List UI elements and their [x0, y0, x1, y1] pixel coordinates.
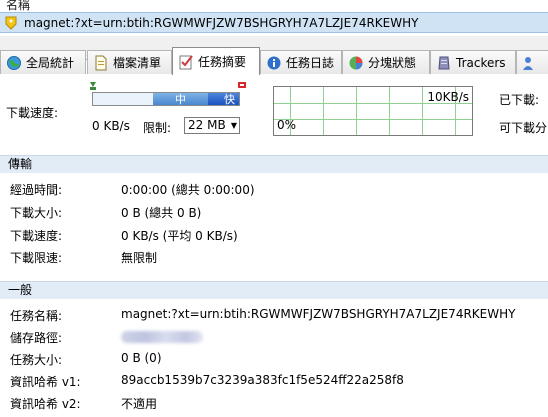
- tab-label: 分塊狀態: [368, 56, 417, 70]
- tab-label: Trackers: [456, 55, 506, 70]
- tab-label: 任務摘要: [198, 55, 247, 69]
- task-name-value: magnet:?xt=urn:btih:RGWMWFJZW7BSHGRYH7A7…: [121, 307, 516, 321]
- redacted-blur: [121, 330, 203, 343]
- list-column-header[interactable]: 名稱: [0, 0, 548, 12]
- speed-limit-select[interactable]: 22 MB ▼: [184, 117, 240, 134]
- info-hash-v1-label: 資訊哈希 v1:: [10, 375, 81, 389]
- downloaded-label: 已下載:: [499, 93, 540, 107]
- info-hash-v2-label: 資訊哈希 v2:: [10, 397, 81, 411]
- tab-label: 全局統計: [26, 56, 75, 70]
- graph-max-label: 10KB/s: [427, 90, 469, 104]
- transfer-speed-value: 0 KB/s (平均 0 KB/s): [121, 229, 238, 243]
- graph-grid-line: [422, 87, 423, 135]
- info-hash-v2-value: 不適用: [121, 397, 158, 411]
- limit-label: 限制:: [143, 121, 172, 135]
- checklist-icon: [179, 54, 193, 69]
- graph-min-label: 0%: [277, 118, 297, 132]
- task-row-name: magnet:?xt=urn:btih:RGWMWFJZW7BSHGRYH7A7…: [24, 16, 419, 30]
- tab-piece-status[interactable]: 分塊狀態: [342, 50, 430, 74]
- chevron-down-icon: ▼: [230, 121, 237, 130]
- download-limit-label: 下載限速:: [10, 251, 63, 265]
- tab-task-log[interactable]: 任務日誌: [260, 50, 342, 74]
- download-size-value: 0 B (總共 0 B): [121, 206, 202, 220]
- magnet-tag-icon: [5, 16, 17, 30]
- download-speed-label: 下載速度:: [6, 106, 59, 120]
- info-hash-v1-value: 89accb1539b7c3239a383fc1f5e524ff22a258f8: [121, 373, 404, 387]
- download-size-label: 下載大小:: [10, 206, 63, 220]
- info-icon: [267, 56, 281, 69]
- graph-grid-line: [323, 87, 324, 135]
- elapsed-time-label: 經過時間:: [10, 183, 63, 197]
- task-size-label: 任務大小:: [10, 353, 63, 367]
- available-label: 可下載分: [499, 121, 548, 135]
- save-path-value-redacted: [121, 329, 203, 343]
- elapsed-time-value: 0:00:00 (總共 0:00:00): [121, 183, 255, 197]
- task-list-row[interactable]: magnet:?xt=urn:btih:RGWMWFJZW7BSHGRYH7A7…: [0, 12, 548, 33]
- speed-mid-label: 中: [175, 93, 186, 106]
- speed-fast-label: 快: [224, 93, 235, 106]
- speed-limit-value: 22 MB: [188, 118, 226, 132]
- tab-file-list[interactable]: 檔案清單: [87, 50, 172, 74]
- tab-label: 檔案清單: [113, 56, 162, 70]
- tab-trackers[interactable]: Trackers: [430, 50, 516, 74]
- graph-grid-line: [389, 87, 390, 135]
- tab-peers-partial[interactable]: [516, 50, 548, 74]
- task-size-value: 0 B (0): [121, 351, 162, 365]
- download-limit-value: 無限制: [121, 251, 158, 265]
- globe-icon: [7, 55, 21, 70]
- tab-task-summary[interactable]: 任務摘要: [172, 47, 260, 75]
- detail-tab-bar: 全局統計 檔案清單 任務摘要 任務日誌 分塊狀態 Trackers: [0, 36, 548, 75]
- graph-grid-line: [356, 87, 357, 135]
- name-column-label: 名稱: [6, 0, 31, 12]
- current-speed-value: 0 KB/s: [92, 119, 130, 133]
- general-section-title: 一般: [8, 283, 33, 297]
- pie-chart-icon: [349, 56, 363, 69]
- tab-global-stats[interactable]: 全局統計: [0, 50, 86, 74]
- speed-graph: 10KB/s 0%: [273, 86, 473, 136]
- general-section-header: 一般: [0, 281, 548, 299]
- graph-grid-line: [274, 119, 472, 120]
- peers-icon: [523, 56, 533, 70]
- speed-slider-bar[interactable]: 中 快: [92, 92, 240, 106]
- task-name-label: 任務名稱:: [10, 309, 63, 323]
- transfer-speed-label: 下載速度:: [10, 229, 63, 243]
- speed-bar-markers: [90, 82, 246, 90]
- transfer-section-header: 傳輸: [0, 155, 548, 173]
- transfer-section-title: 傳輸: [8, 157, 33, 171]
- file-icon: [95, 55, 107, 70]
- tab-label: 任務日誌: [286, 56, 335, 70]
- server-icon: [438, 56, 450, 69]
- save-path-label: 儲存路徑:: [10, 331, 63, 345]
